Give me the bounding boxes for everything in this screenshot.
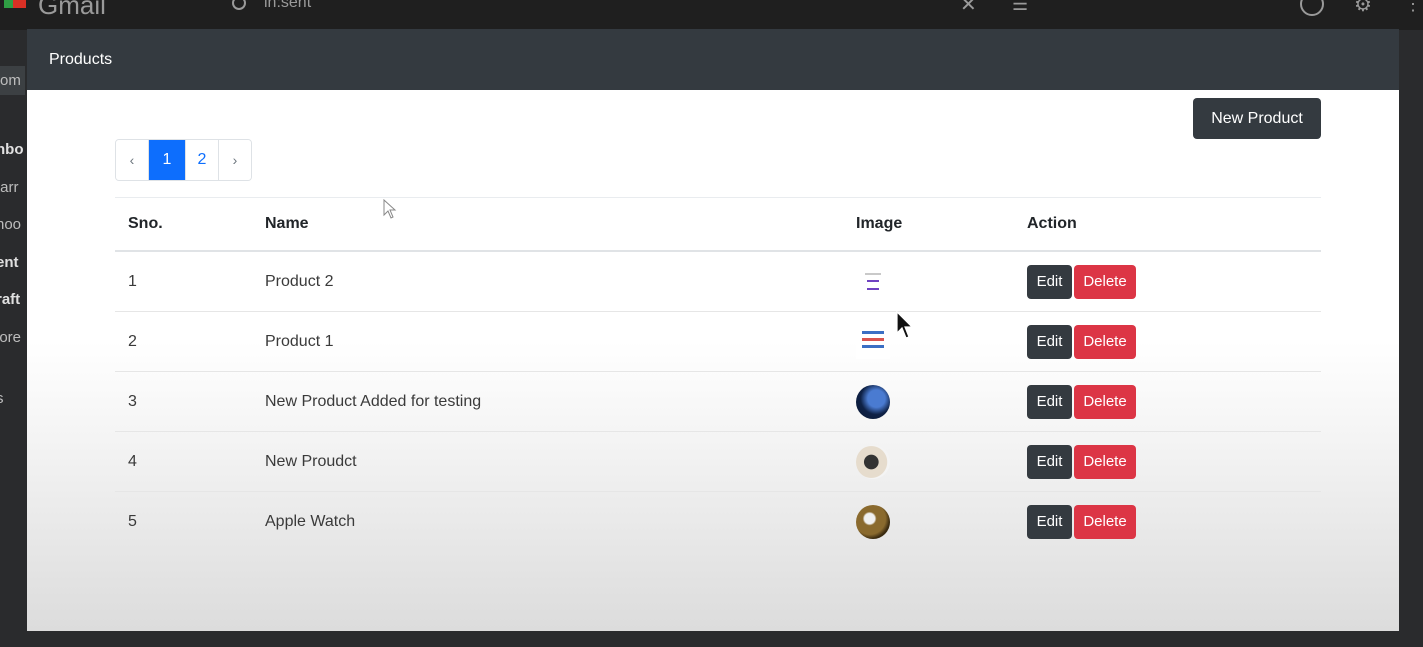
- pagination-page-1[interactable]: 1: [149, 140, 186, 180]
- close-icon[interactable]: ✕: [960, 0, 977, 17]
- row-sno: 5: [128, 512, 137, 530]
- background-sidebar-item[interactable]: noo: [0, 216, 21, 233]
- background-sidebar-item[interactable]: om: [0, 66, 25, 95]
- gold-circle-thumbnail-icon: [856, 504, 890, 539]
- edit-button[interactable]: Edit: [1027, 444, 1072, 479]
- pagination-prev[interactable]: ‹: [116, 140, 149, 180]
- edit-button[interactable]: Edit: [1027, 504, 1072, 539]
- background-app-name: Gmail: [38, 0, 106, 20]
- row-sno: 4: [115, 431, 252, 492]
- background-search-text[interactable]: in:sent: [264, 0, 311, 12]
- background-sidebar-item[interactable]: nbo: [0, 141, 24, 158]
- gmail-logo-icon: [4, 0, 26, 8]
- background-sidebar-item[interactable]: raft: [0, 291, 20, 308]
- background-sidebar: om nbo tarr noo ent raft lore s: [0, 30, 26, 647]
- watch-thumbnail-icon: [856, 444, 890, 479]
- pagination-next[interactable]: ›: [219, 140, 251, 180]
- column-header-action: Action: [1014, 197, 1321, 252]
- background-sidebar-item[interactable]: lore: [0, 329, 21, 346]
- row-actions: Edit Delete: [1014, 431, 1321, 492]
- row-actions: Edit Delete: [1014, 492, 1321, 552]
- products-modal: Products New Product ‹ 1 2 › Sno. Name I…: [27, 29, 1399, 631]
- row-image-cell: [843, 251, 1014, 312]
- row-name: Product 1: [252, 311, 843, 372]
- pagination: ‹ 1 2 ›: [115, 139, 252, 181]
- delete-button[interactable]: Delete: [1074, 264, 1136, 299]
- table-header-row: Sno. Name Image Action: [115, 197, 1321, 252]
- row-actions: Edit Delete: [1014, 251, 1321, 312]
- background-sidebar-item[interactable]: s: [0, 390, 4, 407]
- ibeam-cursor-icon: [383, 198, 397, 226]
- blue-circle-thumbnail-icon: [856, 384, 890, 419]
- gear-icon[interactable]: ⚙: [1354, 0, 1372, 17]
- table-row: 4 New Proudct Edit Delete: [115, 431, 1321, 492]
- table-row: 2 Product 1 Edit Delete: [115, 311, 1321, 372]
- pagination-page-2[interactable]: 2: [186, 140, 219, 180]
- delete-button[interactable]: Delete: [1074, 504, 1136, 539]
- row-image-cell: [843, 371, 1014, 432]
- row-actions: Edit Delete: [1014, 371, 1321, 432]
- products-table: Sno. Name Image Action 1 Product 2 Edit D…: [115, 197, 1321, 551]
- row-sno: 1: [115, 251, 252, 312]
- background-app-bar: Gmail in:sent ✕ ☰ ⚙ ⋮: [0, 0, 1423, 30]
- row-name: Apple Watch: [265, 512, 356, 530]
- table-row: 1 Product 2 Edit Delete: [115, 251, 1321, 312]
- background-right-edge: [1400, 30, 1423, 647]
- column-header-name: Name: [252, 197, 843, 252]
- row-name: Product 2: [252, 251, 843, 312]
- table-row: 3 New Product Added for testing Edit Dele…: [115, 371, 1321, 432]
- search-icon[interactable]: [232, 0, 246, 10]
- modal-title: Products: [49, 51, 113, 68]
- row-sno: 2: [115, 311, 252, 372]
- row-name: New Product Added for testing: [252, 371, 843, 432]
- row-image-cell: [843, 431, 1014, 492]
- row-sno: 3: [115, 371, 252, 432]
- row-image-cell: [843, 492, 1014, 552]
- row-name: New Proudct: [252, 431, 843, 492]
- text-image-thumbnail-icon: [856, 324, 890, 359]
- edit-button[interactable]: Edit: [1027, 384, 1072, 419]
- edit-button[interactable]: Edit: [1027, 324, 1072, 359]
- row-actions: Edit Delete: [1014, 311, 1321, 372]
- column-header-sno: Sno.: [115, 197, 252, 252]
- column-header-image: Image: [843, 197, 1014, 252]
- delete-button[interactable]: Delete: [1074, 444, 1136, 479]
- delete-button[interactable]: Delete: [1074, 384, 1136, 419]
- apps-grid-icon[interactable]: ⋮: [1404, 0, 1422, 15]
- edit-button[interactable]: Edit: [1027, 264, 1072, 299]
- modal-header: Products: [27, 29, 1399, 90]
- background-sidebar-item[interactable]: ent: [0, 254, 19, 271]
- filter-options-icon[interactable]: ☰: [1012, 0, 1028, 15]
- document-thumbnail-icon: [856, 264, 890, 299]
- background-sidebar-item[interactable]: tarr: [0, 179, 19, 196]
- help-icon[interactable]: [1300, 0, 1324, 16]
- row-image-cell: [843, 311, 1014, 372]
- table-row: 5 Apple Watch Edit Delete: [115, 492, 1321, 552]
- delete-button[interactable]: Delete: [1074, 324, 1136, 359]
- new-product-button[interactable]: New Product: [1193, 98, 1321, 139]
